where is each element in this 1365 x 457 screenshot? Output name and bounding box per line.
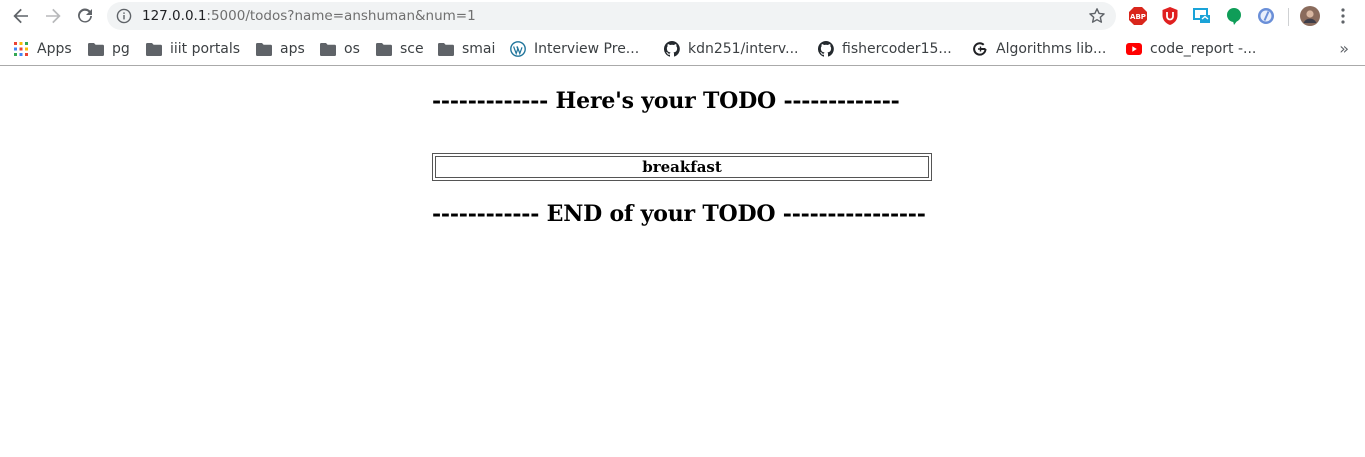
bookmark-label: kdn251/interv... [688, 41, 799, 57]
arrow-right-icon [46, 8, 61, 24]
chat-bubble-icon[interactable] [1224, 6, 1244, 26]
bookmarks-overflow-button[interactable]: » [1339, 39, 1349, 58]
url-path: :5000/todos?name=anshuman&num=1 [206, 8, 476, 24]
extension-blue-icon[interactable] [1256, 6, 1276, 26]
apps-grid-icon [13, 41, 29, 57]
bookmark-label: pg [112, 41, 130, 57]
bookmarks-bar: Apps pg iiit portals aps os sce smai Int… [0, 33, 1365, 66]
bookmark-label: sce [400, 41, 424, 57]
menu-kebab-button[interactable] [1333, 6, 1353, 26]
wordpress-icon [510, 41, 526, 57]
bookmark-label: Algorithms lib... [996, 41, 1107, 57]
bookmark-label: Apps [37, 41, 72, 57]
bookmark-algorithms-lib[interactable]: Algorithms lib... [972, 39, 1106, 59]
github-icon [818, 41, 834, 57]
bookmark-folder-os[interactable]: os [320, 39, 360, 59]
browser-toolbar: 127.0.0.1:5000/todos?name=anshuman&num=1… [0, 0, 1365, 33]
bookmark-folder-smai[interactable]: smai [438, 39, 495, 59]
avatar[interactable] [1300, 6, 1320, 26]
folder-icon [320, 41, 336, 57]
table-row: breakfast [435, 156, 929, 178]
bookmark-star-icon[interactable] [1088, 7, 1106, 25]
toolbar-divider [1288, 8, 1289, 26]
bookmark-label: fishercoder15... [842, 41, 952, 57]
bookmark-label: os [344, 41, 360, 57]
extension-blue-glyph [1258, 8, 1274, 24]
folder-icon [438, 41, 454, 57]
bookmark-fishercoder[interactable]: fishercoder15... [818, 39, 952, 59]
back-button[interactable] [9, 4, 33, 28]
info-icon[interactable] [116, 8, 132, 24]
url-host: 127.0.0.1 [142, 8, 207, 24]
folder-icon [146, 41, 162, 57]
page-content: ------------- Here's your TODO ---------… [0, 67, 1365, 457]
profile-avatar-icon [1300, 6, 1320, 26]
address-bar[interactable]: 127.0.0.1:5000/todos?name=anshuman&num=1 [107, 2, 1116, 30]
screen-share-glyph [1193, 8, 1210, 23]
todo-item: breakfast [435, 156, 929, 178]
bookmark-folder-pg[interactable]: pg [88, 39, 130, 59]
bookmark-folder-sce[interactable]: sce [376, 39, 424, 59]
kebab-icon [1341, 8, 1345, 24]
bookmark-kdn251[interactable]: kdn251/interv... [664, 39, 798, 59]
bookmark-label: Interview Pre... [534, 41, 640, 57]
todo-table: breakfast [432, 153, 932, 181]
chat-bubble-glyph [1227, 8, 1241, 25]
folder-icon [88, 41, 104, 57]
bookmark-label: code_report -... [1150, 41, 1257, 57]
url-text[interactable]: 127.0.0.1:5000/todos?name=anshuman&num=1 [142, 7, 476, 25]
bookmark-label: aps [280, 41, 305, 57]
ublock-shield [1162, 7, 1178, 25]
screen-share-icon[interactable] [1192, 6, 1212, 26]
reload-icon [78, 8, 92, 23]
bookmark-interview-prep[interactable]: Interview Pre... [510, 39, 639, 59]
youtube-icon [1126, 41, 1142, 57]
arrow-left-icon [13, 8, 28, 24]
bookmark-label: smai [462, 41, 496, 57]
bookmark-folder-iiit-portals[interactable]: iiit portals [146, 39, 240, 59]
folder-icon [256, 41, 272, 57]
g-plus-icon [972, 41, 988, 57]
adblock-plus-icon[interactable]: ABP [1128, 6, 1148, 26]
ublock-icon[interactable] [1160, 6, 1180, 26]
adblock-plus-badge: ABP [1129, 7, 1147, 25]
todo-end-heading: ------------ END of your TODO ----------… [432, 201, 926, 227]
forward-button[interactable] [41, 4, 65, 28]
github-icon [664, 41, 680, 57]
svg-text:ABP: ABP [1130, 13, 1146, 21]
reload-button[interactable] [73, 4, 97, 28]
bookmark-folder-aps[interactable]: aps [256, 39, 305, 59]
bookmark-apps[interactable]: Apps [13, 39, 72, 59]
bookmark-code-report[interactable]: code_report -... [1126, 39, 1256, 59]
bookmark-label: iiit portals [170, 41, 241, 57]
todo-heading: ------------- Here's your TODO ---------… [432, 88, 900, 114]
folder-icon [376, 41, 392, 57]
